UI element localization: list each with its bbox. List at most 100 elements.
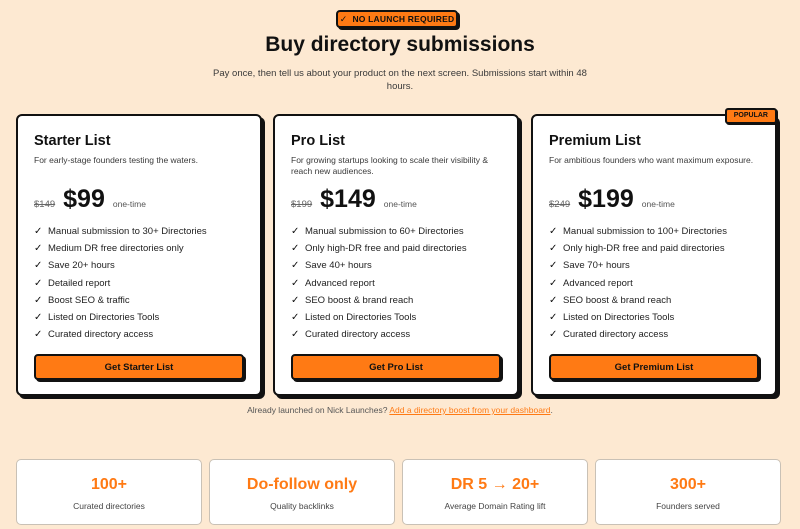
no-launch-required-badge: ✓ NO LAUNCH REQUIRED bbox=[336, 10, 458, 28]
check-icon: ✓ bbox=[549, 294, 558, 306]
feature-item: ✓ Only high-DR free and paid directories bbox=[549, 240, 759, 257]
price: $99 bbox=[63, 185, 105, 213]
feature-list: ✓ Manual submission to 60+ Directories ✓ O… bbox=[291, 223, 501, 343]
price-row: $199 $149 one-time bbox=[291, 185, 501, 221]
feature-item: ✓ Manual submission to 30+ Directories bbox=[34, 223, 244, 240]
check-icon: ✓ bbox=[549, 226, 558, 238]
note-suffix: . bbox=[550, 405, 553, 415]
feature-label: SEO boost & brand reach bbox=[563, 294, 672, 306]
feature-item: ✓ SEO boost & brand reach bbox=[291, 292, 501, 309]
stat-label: Curated directories bbox=[73, 501, 145, 511]
feature-item: ✓ Only high-DR free and paid directories bbox=[291, 240, 501, 257]
feature-label: Curated directory access bbox=[48, 329, 154, 341]
price-period: one-time bbox=[383, 199, 417, 209]
price-period: one-time bbox=[641, 199, 675, 209]
plan-card-starter: Starter List For early-stage founders te… bbox=[16, 114, 262, 396]
feature-label: Only high-DR free and paid directories bbox=[305, 243, 467, 255]
check-icon: ✓ bbox=[291, 243, 300, 255]
price: $149 bbox=[320, 185, 376, 213]
feature-label: Manual submission to 60+ Directories bbox=[305, 226, 464, 238]
check-icon: ✓ bbox=[291, 277, 300, 289]
plan-name: Starter List bbox=[34, 133, 111, 149]
feature-label: Detailed report bbox=[48, 277, 111, 289]
get-premium-list-button[interactable]: Get Premium List bbox=[549, 354, 759, 380]
page-title: Buy directory submissions bbox=[265, 33, 535, 56]
check-icon: ✓ bbox=[291, 226, 300, 238]
feature-item: ✓ Curated directory access bbox=[549, 326, 759, 343]
feature-item: ✓ Medium DR free directories only bbox=[34, 240, 244, 257]
feature-label: Medium DR free directories only bbox=[48, 243, 184, 255]
feature-item: ✓ Listed on Directories Tools bbox=[549, 309, 759, 326]
get-starter-list-button[interactable]: Get Starter List bbox=[34, 354, 244, 380]
feature-item: ✓ Save 20+ hours bbox=[34, 257, 244, 274]
feature-item: ✓ SEO boost & brand reach bbox=[549, 292, 759, 309]
check-icon: ✓ bbox=[549, 260, 558, 272]
stat-card-backlinks: Do-follow only Quality backlinks bbox=[209, 459, 395, 525]
check-icon: ✓ bbox=[549, 277, 558, 289]
check-icon: ✓ bbox=[34, 243, 43, 255]
feature-item: ✓ Listed on Directories Tools bbox=[291, 309, 501, 326]
feature-label: Save 40+ hours bbox=[305, 260, 372, 272]
feature-item: ✓ Curated directory access bbox=[34, 326, 244, 343]
feature-label: Boost SEO & traffic bbox=[48, 294, 130, 306]
feature-label: Only high-DR free and paid directories bbox=[563, 243, 725, 255]
stat-value: DR 5 → 20+ bbox=[450, 476, 540, 493]
page-subtitle: Pay once, then tell us about your produc… bbox=[213, 68, 587, 92]
feature-item: ✓ Manual submission to 60+ Directories bbox=[291, 223, 501, 240]
stat-value: Do-follow only bbox=[246, 476, 358, 493]
feature-item: ✓ Advanced report bbox=[291, 275, 501, 292]
feature-item: ✓ Save 40+ hours bbox=[291, 257, 501, 274]
stat-label: Quality backlinks bbox=[270, 501, 334, 511]
check-icon: ✓ bbox=[339, 13, 348, 24]
feature-item: ✓ Curated directory access bbox=[291, 326, 501, 343]
check-icon: ✓ bbox=[34, 329, 43, 341]
stat-value: 100+ bbox=[90, 476, 128, 493]
plan-description: For ambitious founders who want maximum … bbox=[549, 155, 754, 165]
feature-label: Listed on Directories Tools bbox=[48, 312, 160, 324]
price-row: $149 $99 one-time bbox=[34, 185, 244, 221]
check-icon: ✓ bbox=[549, 329, 558, 341]
check-icon: ✓ bbox=[291, 294, 300, 306]
price-period: one-time bbox=[112, 199, 146, 209]
price-row: $249 $199 one-time bbox=[549, 185, 759, 221]
feature-item: ✓ Advanced report bbox=[549, 275, 759, 292]
stat-card-directories: 100+ Curated directories bbox=[16, 459, 202, 525]
feature-list: ✓ Manual submission to 30+ Directories ✓ M… bbox=[34, 223, 244, 343]
feature-label: Manual submission to 100+ Directories bbox=[563, 226, 727, 238]
stat-card-domain-rating: DR 5 → 20+ Average Domain Rating lift bbox=[402, 459, 588, 525]
check-icon: ✓ bbox=[34, 312, 43, 324]
get-pro-list-button[interactable]: Get Pro List bbox=[291, 354, 501, 380]
stat-label: Founders served bbox=[656, 501, 720, 511]
feature-label: Manual submission to 30+ Directories bbox=[48, 226, 207, 238]
plan-card-premium: POPULAR Premium List For ambitious found… bbox=[531, 108, 777, 396]
check-icon: ✓ bbox=[291, 329, 300, 341]
check-icon: ✓ bbox=[34, 260, 43, 272]
plan-name: Premium List bbox=[549, 133, 641, 149]
already-launched-note: Already launched on Nick Launches? Add a… bbox=[0, 405, 800, 415]
feature-list: ✓ Manual submission to 100+ Directories ✓… bbox=[549, 223, 759, 343]
check-icon: ✓ bbox=[549, 312, 558, 324]
check-icon: ✓ bbox=[549, 243, 558, 255]
plan-description: For growing startups looking to scale th… bbox=[291, 155, 488, 176]
check-icon: ✓ bbox=[291, 312, 300, 324]
feature-label: Advanced report bbox=[563, 277, 633, 289]
feature-label: Curated directory access bbox=[305, 329, 411, 341]
feature-label: Save 20+ hours bbox=[48, 260, 115, 272]
feature-label: Listed on Directories Tools bbox=[305, 312, 417, 324]
plan-name: Pro List bbox=[291, 133, 345, 149]
plan-card-pro: Pro List For growing startups looking to… bbox=[273, 114, 519, 396]
feature-label: Listed on Directories Tools bbox=[563, 312, 675, 324]
feature-label: Curated directory access bbox=[563, 329, 669, 341]
old-price: $149 bbox=[34, 199, 56, 210]
stat-value: 300+ bbox=[669, 476, 707, 493]
check-icon: ✓ bbox=[34, 226, 43, 238]
feature-item: ✓ Save 70+ hours bbox=[549, 257, 759, 274]
stat-card-founders: 300+ Founders served bbox=[595, 459, 781, 525]
check-icon: ✓ bbox=[291, 260, 300, 272]
badge-label: NO LAUNCH REQUIRED bbox=[352, 14, 455, 24]
feature-item: ✓ Boost SEO & traffic bbox=[34, 292, 244, 309]
directory-boost-link[interactable]: Add a directory boost from your dashboar… bbox=[389, 405, 550, 415]
popular-badge: POPULAR bbox=[724, 108, 777, 124]
check-icon: ✓ bbox=[34, 277, 43, 289]
plan-description: For early-stage founders testing the wat… bbox=[34, 155, 198, 165]
